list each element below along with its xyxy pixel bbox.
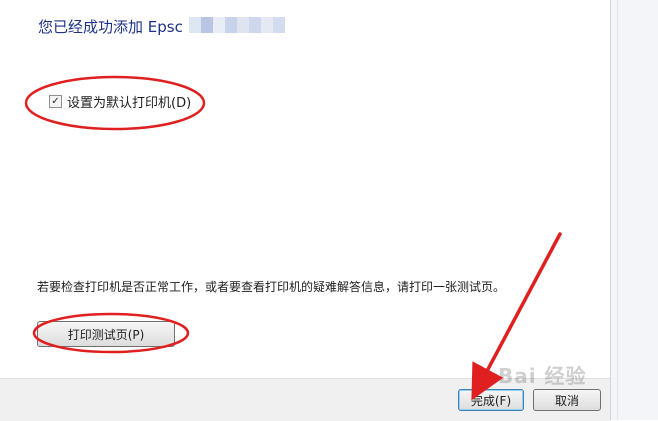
- print-test-page-button[interactable]: 打印测试页(P): [37, 321, 175, 347]
- default-printer-checkbox[interactable]: ✓: [49, 95, 62, 108]
- baidu-watermark: Bai 经验: [498, 364, 587, 388]
- add-printer-dialog: 您已经成功添加 Epsc ✓ 设置为默认打印机(D) 若要检查打印机是否正常工作…: [0, 0, 610, 420]
- default-printer-option[interactable]: ✓ 设置为默认打印机(D): [49, 92, 191, 111]
- blurred-printer-name: [189, 15, 285, 35]
- test-page-info-text: 若要检查打印机是否正常工作，或者要查看打印机的疑难解答信息，请打印一张测试页。: [37, 280, 506, 294]
- finish-button[interactable]: 完成(F): [458, 389, 524, 411]
- dialog-title: 您已经成功添加 Epsc: [38, 18, 183, 36]
- default-printer-label: 设置为默认打印机(D): [67, 96, 192, 111]
- cancel-button[interactable]: 取消: [533, 389, 601, 411]
- background-window-edge: [610, 0, 658, 420]
